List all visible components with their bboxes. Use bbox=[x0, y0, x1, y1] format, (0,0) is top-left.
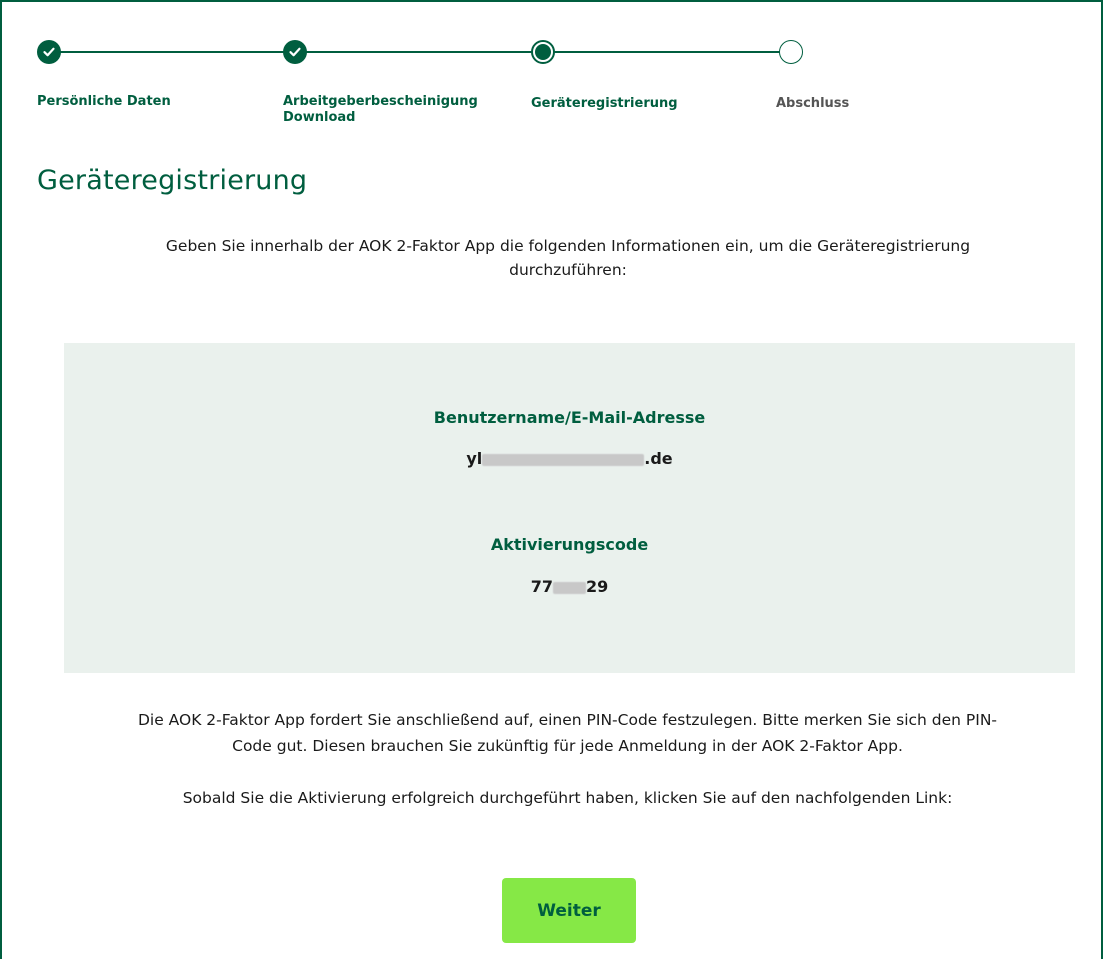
activation-code-value: 77 29 bbox=[64, 577, 1075, 596]
step-2-label: Arbeitgeberbescheinigung Download bbox=[283, 94, 478, 126]
step-1-label: Persönliche Daten bbox=[37, 94, 171, 110]
intro-text: Geben Sie innerhalb der AOK 2-Faktor App… bbox=[60, 234, 1076, 282]
next-button[interactable]: Weiter bbox=[502, 878, 636, 943]
username-label: Benutzername/E-Mail-Adresse bbox=[433, 408, 706, 427]
intro-line-2: durchzuführen: bbox=[509, 261, 627, 279]
redacted-username bbox=[482, 453, 645, 466]
page-title: Geräteregistrierung bbox=[37, 165, 308, 196]
step-2-label-line1: Arbeitgeberbescheinigung bbox=[283, 94, 478, 109]
username-visible-start: yl bbox=[466, 449, 483, 468]
code-visible-end: 29 bbox=[586, 577, 609, 596]
activation-code-label: Aktivierungscode bbox=[490, 535, 649, 554]
step-3-label: Geräteregistrierung bbox=[531, 96, 678, 112]
username-visible-end: .de bbox=[644, 449, 673, 468]
code-visible-start: 77 bbox=[530, 577, 553, 596]
stepper-connector bbox=[49, 51, 295, 53]
step-3-label-text: Geräteregistrierung bbox=[531, 96, 678, 111]
step-4-label: Abschluss bbox=[776, 96, 849, 112]
step-4-label-text: Abschluss bbox=[776, 96, 850, 111]
step-2-check-icon bbox=[283, 40, 307, 64]
pin-instructions-line-1: Die AOK 2-Faktor App fordert Sie anschli… bbox=[137, 711, 998, 729]
stepper-connector bbox=[543, 51, 791, 53]
pin-instructions-line-2: Code gut. Diesen brauchen Sie zukünftig … bbox=[232, 737, 903, 755]
intro-line-1: Geben Sie innerhalb der AOK 2-Faktor App… bbox=[165, 237, 971, 255]
step-1-check-icon bbox=[37, 40, 61, 64]
step-4-pending-indicator bbox=[779, 40, 803, 64]
stepper-connector bbox=[295, 51, 543, 53]
registration-info-box: Benutzername/E-Mail-Adresse yl .de Aktivi… bbox=[64, 343, 1075, 673]
pin-instructions: Die AOK 2-Faktor App fordert Sie anschli… bbox=[40, 707, 1095, 759]
continue-instructions: Sobald Sie die Aktivierung erfolgreich d… bbox=[182, 789, 953, 807]
step-2-label-line2: Download bbox=[283, 110, 356, 125]
step-1-label-text: Persönliche Daten bbox=[37, 94, 171, 109]
redacted-code bbox=[553, 581, 586, 594]
step-3-current-indicator bbox=[531, 40, 555, 64]
progress-stepper: Persönliche Daten Arbeitgeberbescheinigu… bbox=[0, 0, 1105, 140]
username-value: yl .de bbox=[64, 449, 1075, 468]
